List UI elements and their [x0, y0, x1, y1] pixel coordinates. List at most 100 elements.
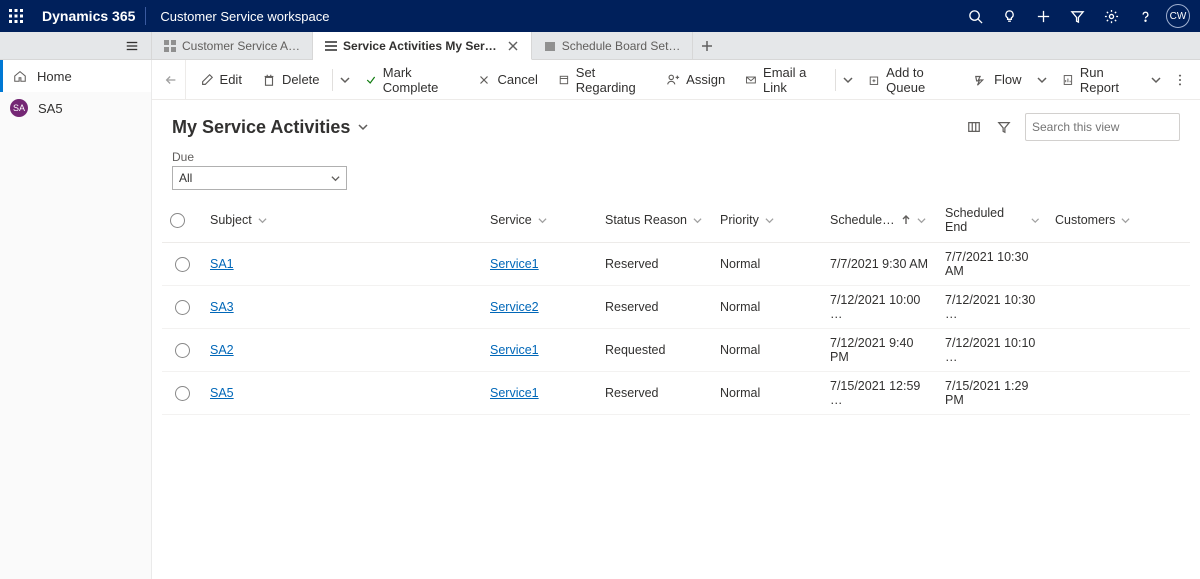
cell-priority: Normal [712, 329, 822, 372]
tab-customer-service-agent[interactable]: Customer Service A… [152, 32, 313, 60]
user-avatar[interactable]: CW [1166, 4, 1190, 28]
col-service[interactable]: Service [482, 198, 597, 243]
add-tab-button[interactable] [693, 32, 721, 59]
cell-service: Service1 [482, 372, 597, 415]
search-icon[interactable] [958, 0, 992, 32]
edit-button[interactable]: Edit [190, 60, 252, 100]
tab-schedule-board[interactable]: Schedule Board Set… [532, 32, 694, 60]
delete-more[interactable] [334, 60, 355, 100]
radio-icon [175, 386, 190, 401]
row-select[interactable] [162, 243, 202, 286]
col-scheduled-end[interactable]: Scheduled End [937, 198, 1047, 243]
flow-more[interactable] [1032, 60, 1053, 100]
gear-icon[interactable] [1094, 0, 1128, 32]
main-area: Home SA SA5 Edit Delete Mark Complete Ca… [0, 60, 1200, 579]
delete-button[interactable]: Delete [252, 60, 330, 100]
cell-customers [1047, 286, 1190, 329]
col-end-label: Scheduled End [945, 206, 1025, 234]
separator [332, 69, 333, 91]
cell-priority: Normal [712, 243, 822, 286]
close-icon[interactable] [507, 40, 519, 52]
data-grid: Subject Service Status Reason Priority S… [152, 198, 1200, 415]
chevron-down-icon [765, 216, 774, 225]
back-button[interactable] [158, 60, 186, 100]
side-panel: Home SA SA5 [0, 60, 152, 579]
app-launcher-icon[interactable] [0, 0, 32, 32]
hamburger-icon[interactable] [123, 37, 141, 55]
add-to-queue-button[interactable]: Add to Queue [858, 60, 964, 100]
cell-scheduled-start: 7/12/2021 10:00 … [822, 286, 937, 329]
email-link-more[interactable] [838, 60, 859, 100]
col-service-label: Service [490, 213, 532, 227]
set-regarding-button[interactable]: Set Regarding [548, 60, 656, 100]
subject-link[interactable]: SA5 [210, 386, 234, 400]
cell-scheduled-start: 7/12/2021 9:40 PM [822, 329, 937, 372]
service-link[interactable]: Service2 [490, 300, 539, 314]
chevron-down-icon [1121, 216, 1130, 225]
filter-button[interactable] [989, 112, 1019, 142]
table-row[interactable]: SA5Service1ReservedNormal7/15/2021 12:59… [162, 372, 1190, 415]
edit-columns-button[interactable] [959, 112, 989, 142]
col-start-label: Schedule… [830, 213, 895, 227]
view-header: My Service Activities [152, 100, 1200, 148]
run-report-button[interactable]: Run Report [1052, 60, 1146, 100]
col-status-reason[interactable]: Status Reason [597, 198, 712, 243]
sidebar-record-sa5[interactable]: SA SA5 [0, 92, 151, 124]
tab-service-activities[interactable]: Service Activities My Ser… [313, 32, 532, 60]
tab-label: Schedule Board Set… [562, 39, 681, 53]
row-select[interactable] [162, 372, 202, 415]
col-priority-label: Priority [720, 213, 759, 227]
filter-funnel-icon[interactable] [1060, 0, 1094, 32]
col-priority[interactable]: Priority [712, 198, 822, 243]
radio-icon [175, 257, 190, 272]
row-select[interactable] [162, 286, 202, 329]
search-input[interactable] [1032, 120, 1187, 134]
service-link[interactable]: Service1 [490, 257, 539, 271]
row-select[interactable] [162, 329, 202, 372]
select-all-header[interactable] [162, 198, 202, 243]
col-subject[interactable]: Subject [202, 198, 482, 243]
record-badge-icon: SA [10, 99, 28, 117]
flow-button[interactable]: Flow [964, 60, 1031, 100]
run-report-more[interactable] [1146, 60, 1167, 100]
col-scheduled-start[interactable]: Schedule… [822, 198, 937, 243]
service-link[interactable]: Service1 [490, 343, 539, 357]
service-link[interactable]: Service1 [490, 386, 539, 400]
cell-subject: SA2 [202, 329, 482, 372]
tab-container: Customer Service A… Service Activities M… [152, 32, 721, 59]
more-commands-button[interactable] [1167, 60, 1194, 100]
radio-icon [170, 213, 185, 228]
home-icon [13, 69, 27, 83]
email-link-button[interactable]: Email a Link [735, 60, 833, 100]
dashboard-icon [164, 40, 176, 52]
chevron-down-icon [693, 216, 702, 225]
chevron-down-icon [538, 216, 547, 225]
plus-icon[interactable] [1026, 0, 1060, 32]
cell-service: Service1 [482, 329, 597, 372]
tabstrip-left [0, 32, 152, 59]
due-value: All [179, 171, 192, 185]
table-row[interactable]: SA1Service1ReservedNormal7/7/2021 9:30 A… [162, 243, 1190, 286]
due-filter-block: Due All [152, 148, 1200, 198]
subject-link[interactable]: SA3 [210, 300, 234, 314]
sidebar-record-label: SA5 [38, 101, 63, 116]
delete-label: Delete [282, 72, 320, 87]
cell-scheduled-start: 7/15/2021 12:59 … [822, 372, 937, 415]
tab-strip: Customer Service A… Service Activities M… [0, 32, 1200, 60]
sidebar-home[interactable]: Home [0, 60, 151, 92]
subject-link[interactable]: SA2 [210, 343, 234, 357]
search-view-box[interactable] [1025, 113, 1180, 141]
assign-button[interactable]: Assign [656, 60, 735, 100]
help-icon[interactable] [1128, 0, 1162, 32]
mark-complete-button[interactable]: Mark Complete [355, 60, 468, 100]
cell-customers [1047, 243, 1190, 286]
table-row[interactable]: SA3Service2ReservedNormal7/12/2021 10:00… [162, 286, 1190, 329]
tab-label: Customer Service A… [182, 39, 300, 53]
table-row[interactable]: SA2Service1RequestedNormal7/12/2021 9:40… [162, 329, 1190, 372]
lightbulb-icon[interactable] [992, 0, 1026, 32]
subject-link[interactable]: SA1 [210, 257, 234, 271]
due-select[interactable]: All [172, 166, 347, 190]
cancel-button[interactable]: Cancel [467, 60, 547, 100]
view-title[interactable]: My Service Activities [172, 117, 368, 138]
col-customers[interactable]: Customers [1047, 198, 1190, 243]
